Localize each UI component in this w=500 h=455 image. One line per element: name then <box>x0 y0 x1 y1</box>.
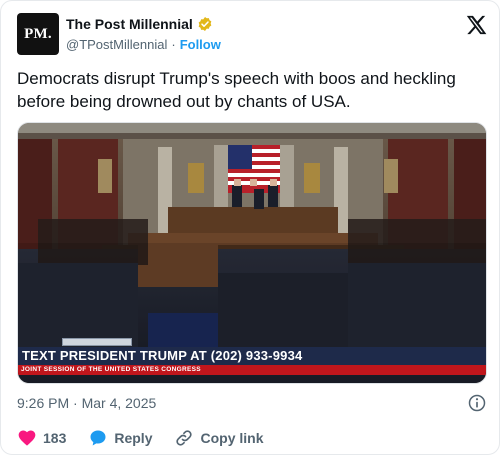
reply-label: Reply <box>114 430 153 446</box>
network-logo-tag <box>62 338 132 346</box>
chyron-sub-text: JOINT SESSION OF THE UNITED STATES CONGR… <box>21 366 201 373</box>
info-icon[interactable] <box>467 393 487 413</box>
tweet-actions: 183 Reply Copy link <box>17 426 286 450</box>
name-row: The Post Millennial <box>66 16 213 32</box>
copy-link-label: Copy link <box>200 430 264 446</box>
handle-row: @TPostMillennial · Follow <box>66 37 221 52</box>
chyron-main-bar: TEXT PRESIDENT TRUMP AT (202) 933-9934 <box>18 347 486 365</box>
like-count: 183 <box>43 430 67 446</box>
display-name[interactable]: The Post Millennial <box>66 16 193 32</box>
tweet-media-image[interactable]: TEXT PRESIDENT TRUMP AT (202) 933-9934 J… <box>17 122 487 384</box>
chyron-sub-bar: JOINT SESSION OF THE UNITED STATES CONGR… <box>18 365 486 375</box>
tweet-text: Democrats disrupt Trump's speech with bo… <box>17 69 456 111</box>
chyron-main-text: TEXT PRESIDENT TRUMP AT (202) 933-9934 <box>22 348 303 363</box>
tweet-header: PM. The Post Millennial @TPostMillennial… <box>17 13 487 57</box>
handle[interactable]: @TPostMillennial <box>66 37 167 52</box>
tweet-embed-card: PM. The Post Millennial @TPostMillennial… <box>0 0 500 455</box>
timestamp-row: 9:26 PM · Mar 4, 2025 <box>17 393 487 413</box>
avatar-logo-text: PM. <box>24 25 52 42</box>
tweet-timestamp[interactable]: 9:26 PM · Mar 4, 2025 <box>17 395 156 411</box>
separator-dot: · <box>171 37 176 52</box>
avatar[interactable]: PM. <box>17 13 59 55</box>
reply-button[interactable]: Reply <box>88 428 152 448</box>
copy-link-button[interactable]: Copy link <box>174 428 264 448</box>
follow-button[interactable]: Follow <box>180 37 221 52</box>
like-button[interactable]: 183 <box>17 428 66 448</box>
link-icon <box>176 430 193 446</box>
x-logo-icon[interactable] <box>465 14 487 36</box>
verified-badge-icon <box>198 17 212 31</box>
heart-icon <box>18 430 36 446</box>
reply-bubble-icon <box>90 430 106 446</box>
